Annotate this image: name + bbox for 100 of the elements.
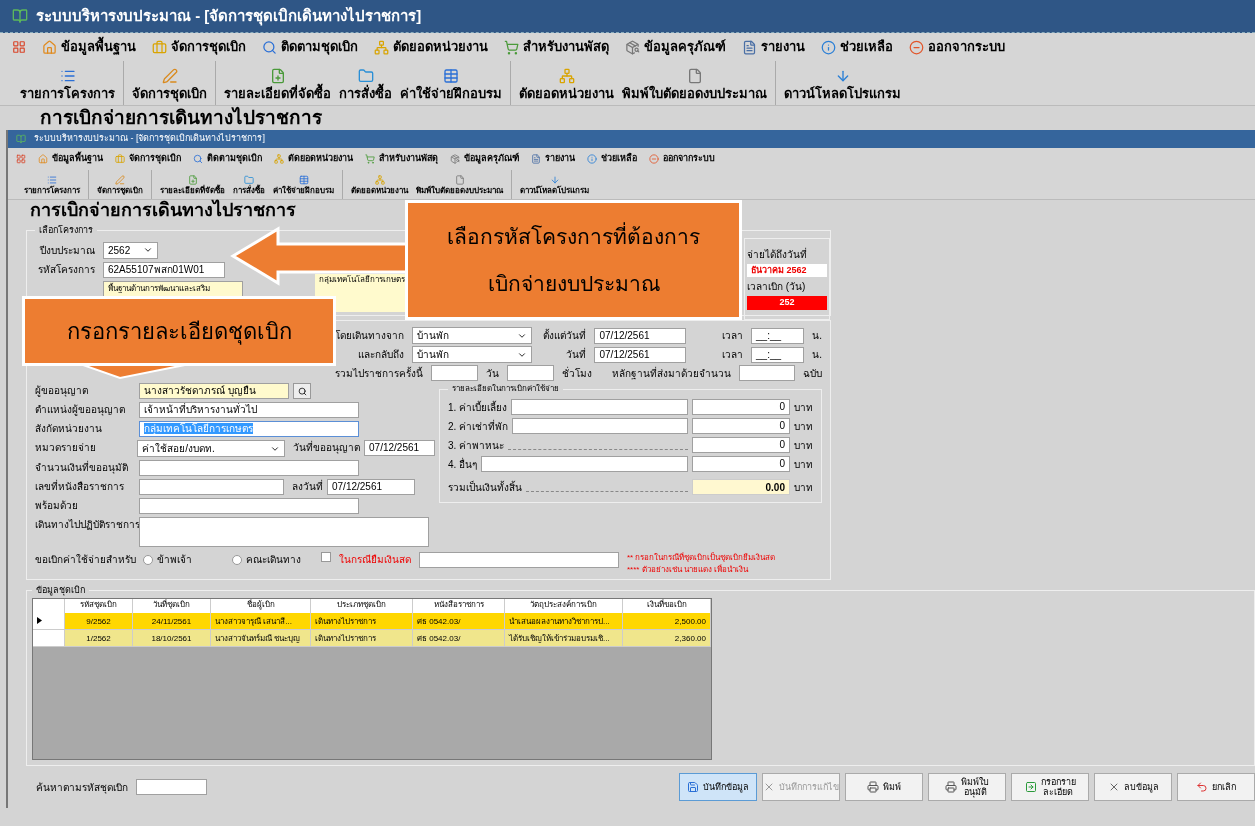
search-icon[interactable]: [262, 39, 277, 55]
text-field[interactable]: [738, 365, 795, 381]
action-button[interactable]: พิมพ์: [845, 773, 923, 801]
search-icon[interactable]: [193, 154, 203, 164]
cart-icon[interactable]: [504, 39, 519, 55]
menu-item[interactable]: สำหรับงานพัสดุ: [523, 37, 609, 57]
text-field[interactable]: __:__: [751, 346, 805, 363]
menu-item[interactable]: ตัดยอดหน่วยงาน: [288, 152, 353, 166]
column-header[interactable]: วัตถุประสงค์การเบิก: [505, 598, 623, 613]
briefcase-icon[interactable]: [152, 39, 167, 55]
text-field[interactable]: __:__: [751, 327, 805, 344]
toolbar-button[interactable]: ค่าใช้จ่ายฝึกอบรม: [400, 83, 502, 103]
minus-circle-icon[interactable]: [909, 39, 924, 55]
menu-item[interactable]: ข้อมูลครุภัณฑ์: [644, 37, 726, 57]
column-header[interactable]: วันที่ชุดเบิก: [133, 598, 211, 613]
toolbar-button[interactable]: ดาวน์โหลดโปรแกรม: [520, 185, 589, 197]
lookup-button[interactable]: [293, 383, 311, 399]
toolbar-button[interactable]: จัดการชุดเบิก: [132, 83, 207, 103]
toolbar-button[interactable]: รายการโครงการ: [24, 185, 80, 197]
menu-item[interactable]: สำหรับงานพัสดุ: [379, 152, 438, 166]
action-button[interactable]: ยกเลิก: [1177, 773, 1255, 801]
package-icon[interactable]: [450, 154, 460, 164]
cart-icon[interactable]: [365, 154, 375, 164]
toolbar-button[interactable]: รายละเอียดที่จัดซื้อ: [160, 185, 225, 197]
text-field[interactable]: 62A55107พสก01W01: [103, 261, 225, 278]
dropdown[interactable]: 2562: [103, 241, 158, 259]
readonly-field[interactable]: พื้นฐานด้านการพัฒนาและเสริม: [103, 280, 243, 297]
info-icon[interactable]: [821, 39, 836, 55]
toolbar-button[interactable]: การสั่งซื้อ: [339, 83, 392, 103]
package-icon[interactable]: [625, 39, 640, 55]
text-field[interactable]: [511, 399, 688, 415]
menu-item[interactable]: รายงาน: [761, 37, 805, 57]
toolbar-button[interactable]: รายการโครงการ: [20, 83, 115, 103]
text-field[interactable]: [431, 365, 478, 381]
folder-icon[interactable]: [357, 67, 374, 84]
amount-field[interactable]: 0: [692, 456, 790, 472]
menu-item[interactable]: ข้อมูลพื้นฐาน: [52, 152, 103, 166]
toolbar-button[interactable]: การสั่งซื้อ: [233, 185, 265, 197]
dropdown[interactable]: บ้านพัก: [412, 327, 533, 344]
toolbar-button[interactable]: จัดการชุดเบิก: [97, 185, 143, 197]
dropdown[interactable]: บ้านพัก: [412, 346, 533, 363]
text-field[interactable]: [512, 418, 688, 434]
column-header[interactable]: หนังสือราชการ: [413, 598, 505, 613]
column-header[interactable]: รหัสชุดเบิก: [65, 598, 133, 613]
home-icon[interactable]: [38, 154, 48, 164]
text-field[interactable]: 07/12/2561: [327, 479, 415, 495]
info-icon[interactable]: [587, 154, 597, 164]
briefcase-icon[interactable]: [115, 154, 125, 164]
toolbar-button[interactable]: ดาวน์โหลดโปรแกรม: [784, 83, 901, 103]
network-icon[interactable]: [274, 154, 284, 164]
amount-field[interactable]: 0: [692, 437, 790, 453]
text-area[interactable]: [139, 517, 429, 547]
minus-circle-icon[interactable]: [649, 154, 659, 164]
pencil-icon[interactable]: [161, 67, 178, 84]
menu-item[interactable]: รายงาน: [545, 152, 575, 166]
menu-item[interactable]: ติดตามชุดเบิก: [207, 152, 262, 166]
menu-item[interactable]: ติดตามชุดเบิก: [281, 37, 358, 57]
menu-item[interactable]: จัดการชุดเบิก: [129, 152, 181, 166]
column-header[interactable]: ประเภทชุดเบิก: [311, 598, 413, 613]
toolbar-button[interactable]: ค่าใช้จ่ายฝึกอบรม: [273, 185, 334, 197]
action-button[interactable]: กรอกราย ละเอียด: [1011, 773, 1089, 801]
menu-item[interactable]: ข้อมูลครุภัณฑ์: [464, 152, 519, 166]
file-icon[interactable]: [686, 67, 703, 84]
action-button[interactable]: พิมพ์ใบ อนุมัติ: [928, 773, 1006, 801]
action-button[interactable]: บันทึกข้อมูล: [679, 773, 757, 801]
radio-button[interactable]: [143, 554, 153, 565]
text-field[interactable]: เจ้าหน้าที่บริหารงานทั่วไป: [139, 402, 359, 418]
dropdown[interactable]: ค่าใช้สอย/งบดท.: [137, 440, 286, 457]
column-header[interactable]: เงินที่ขอเบิก: [623, 598, 711, 613]
menu-item[interactable]: ช่วยเหลือ: [601, 152, 637, 166]
text-field[interactable]: [139, 479, 284, 495]
file-plus-icon[interactable]: [269, 67, 286, 84]
menu-item[interactable]: ข้อมูลพื้นฐาน: [61, 37, 136, 57]
text-field[interactable]: [139, 498, 359, 514]
network-icon[interactable]: [374, 39, 389, 55]
menu-item[interactable]: ออกจากระบบ: [663, 152, 715, 166]
file-plus-icon[interactable]: [187, 175, 198, 185]
column-header[interactable]: ชื่อผู้เบิก: [211, 598, 311, 613]
text-field[interactable]: [136, 779, 207, 795]
toolbar-button[interactable]: ตัดยอดหน่วยงาน: [519, 83, 614, 103]
toolbar-button[interactable]: ตัดยอดหน่วยงาน: [351, 185, 408, 197]
action-button[interactable]: ลบข้อมูล: [1094, 773, 1172, 801]
network-icon[interactable]: [558, 67, 575, 84]
text-field[interactable]: [139, 460, 359, 476]
toolbar-button[interactable]: รายละเอียดที่จัดซื้อ: [224, 83, 331, 103]
pencil-icon[interactable]: [115, 175, 125, 185]
app-menu-icon[interactable]: [16, 154, 26, 164]
menu-item[interactable]: ช่วยเหลือ: [840, 37, 893, 57]
folder-icon[interactable]: [244, 175, 254, 185]
text-field[interactable]: 07/12/2561: [594, 327, 687, 344]
document-icon[interactable]: [531, 154, 541, 164]
menu-item[interactable]: ตัดยอดหน่วยงาน: [393, 37, 488, 57]
table-icon[interactable]: [443, 67, 459, 84]
text-field[interactable]: [506, 365, 554, 381]
document-icon[interactable]: [742, 39, 757, 55]
file-icon[interactable]: [454, 175, 465, 185]
text-field[interactable]: [419, 552, 619, 568]
checkbox[interactable]: [321, 552, 331, 562]
toolbar-button[interactable]: พิมพ์ใบตัดยอดงบประมาณ: [416, 185, 503, 197]
text-field[interactable]: [481, 456, 688, 472]
